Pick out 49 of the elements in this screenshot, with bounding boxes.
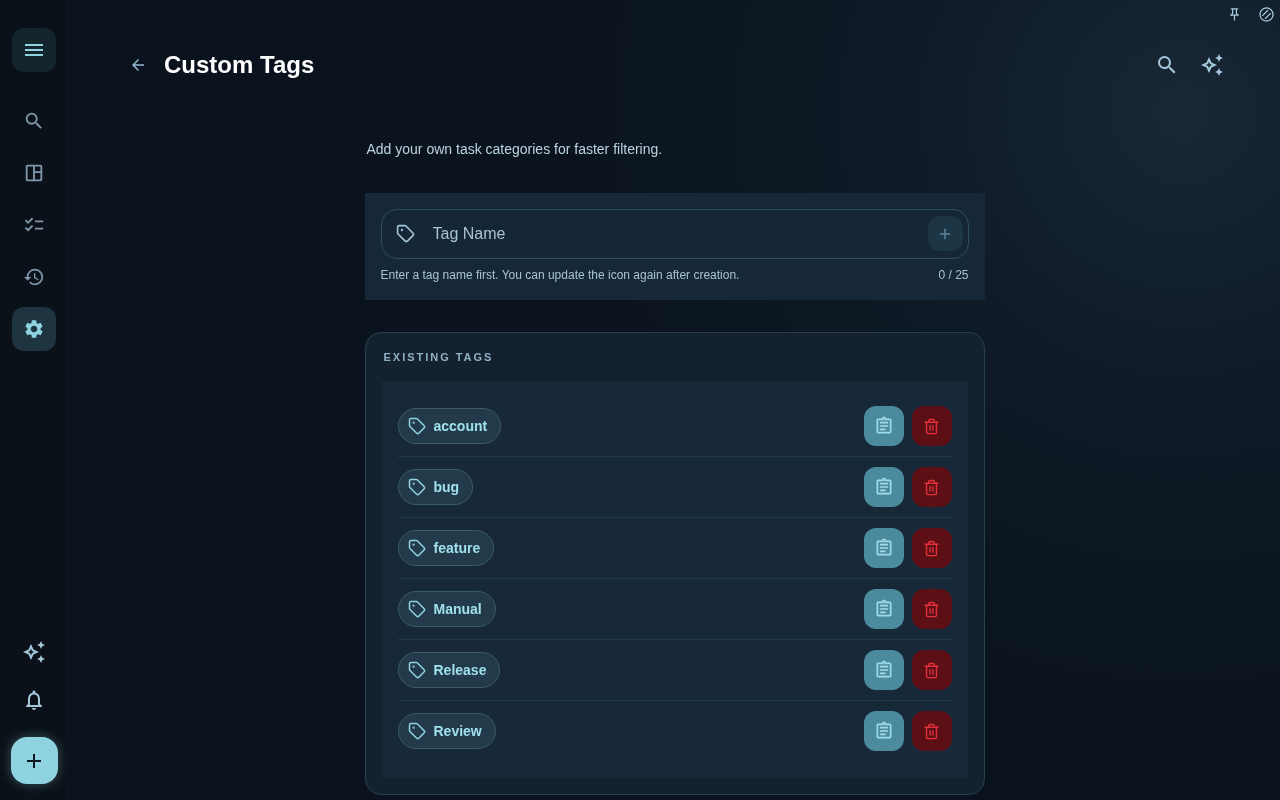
tag-icon: [407, 722, 426, 740]
delete-tag-button[interactable]: [911, 467, 952, 507]
tag-label: bug: [433, 477, 460, 497]
tag-label: account: [433, 416, 488, 436]
edit-tag-button[interactable]: [863, 528, 904, 568]
rotate-button[interactable]: [1256, 4, 1276, 24]
trash-icon: [923, 722, 940, 740]
sparkles-icon: [1200, 53, 1224, 77]
section-heading: EXISTING TAGS: [382, 350, 495, 365]
tag-label: Manual: [433, 599, 482, 619]
trash-icon: [923, 600, 940, 618]
page-title: Custom Tags: [164, 50, 315, 80]
edit-tag-button[interactable]: [863, 711, 904, 751]
sparkles-icon: [22, 640, 46, 664]
search-icon: [23, 110, 45, 132]
trash-icon: [923, 539, 940, 557]
edit-tag-button[interactable]: [863, 406, 904, 446]
add-button[interactable]: [10, 737, 58, 784]
edit-tag-button[interactable]: [863, 467, 904, 507]
sidebar-item[interactable]: [12, 307, 56, 351]
edit-tag-button[interactable]: [863, 589, 904, 629]
trash-icon: [923, 661, 940, 679]
trash-icon: [923, 417, 940, 435]
character-counter: 0 / 25: [938, 267, 969, 283]
tag-icon: [407, 417, 426, 435]
tag-icon: [407, 600, 426, 618]
history-icon: [23, 266, 45, 288]
settings-icon: [23, 318, 45, 340]
tag-label: feature: [433, 538, 481, 558]
delete-tag-button[interactable]: [911, 589, 952, 629]
delete-tag-button[interactable]: [911, 528, 952, 568]
delete-tag-button[interactable]: [911, 406, 952, 446]
delete-tag-button[interactable]: [911, 650, 952, 690]
edit-tag-button[interactable]: [863, 650, 904, 690]
page-description: Add your own task categories for faster filtering.: [365, 140, 664, 159]
delete-tag-button[interactable]: [911, 711, 952, 751]
tag-name-field[interactable]: Tag Name: [380, 209, 969, 259]
tag-label: Review: [433, 721, 482, 741]
tag-icon: [395, 224, 415, 243]
circle-slash-icon: [1258, 6, 1274, 22]
dashboard-icon: [23, 162, 45, 184]
tag-icon: [407, 539, 426, 557]
tag-icon: [407, 661, 426, 679]
tag-label: Release: [433, 660, 487, 680]
sparkles-button[interactable]: [1200, 53, 1224, 77]
menu-button[interactable]: [12, 28, 56, 72]
hint-text: Enter a tag name first. You can update the icon again after creation.: [380, 267, 740, 283]
trash-icon: [923, 478, 940, 496]
tag-icon: [407, 478, 426, 496]
